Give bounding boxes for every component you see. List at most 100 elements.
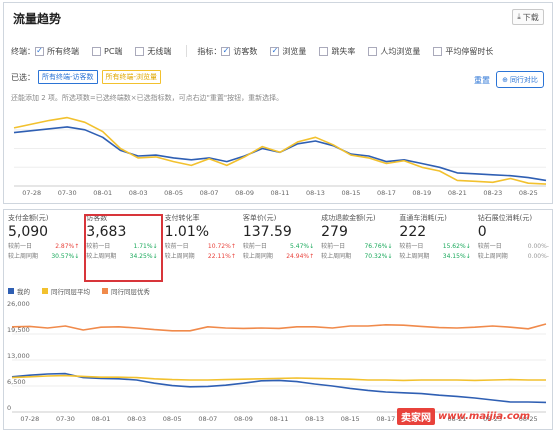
checkbox-icon[interactable] [433, 46, 443, 56]
metric-label: 客单价(元) [242, 214, 277, 222]
metric-card[interactable]: 访客数 3,683 较前一日 1.71%↓ 较上周同期 34.25%↓ [82, 210, 160, 264]
metric-card[interactable]: 支付金额(元) 5,090 较前一日 2.87%↑ 较上周同期 30.57%↓ [4, 210, 82, 264]
metric-value: 1.01% [164, 224, 210, 240]
compare-label: 较前一日 [399, 243, 424, 250]
selected-row: 已选： 所有终端-访客数 所有终端-浏览量 [11, 70, 165, 84]
metric-value: 0 [477, 224, 487, 240]
compare-week: 较上周同期 0.00%- [477, 253, 549, 260]
checkbox-icon[interactable] [319, 46, 329, 56]
peer-compare-button[interactable]: ⊕ 同行对比 [496, 71, 544, 88]
x-tick-label: 08-17 [376, 415, 395, 423]
metric-value: 279 [321, 224, 348, 240]
metric-value: 137.59 [242, 224, 292, 240]
compare-day: 较前一日 2.87%↑ [8, 243, 80, 250]
x-tick-label: 07-28 [20, 415, 39, 423]
metric-option-stay-time[interactable]: 平均停留时长 [433, 46, 493, 57]
y-tick-label: 26,000 [7, 300, 30, 308]
x-tick-label: 08-01 [93, 189, 112, 197]
checkbox-icon[interactable]: ✓ [35, 46, 44, 56]
compare-label: 较上周同期 [86, 253, 117, 260]
x-tick-label: 08-23 [483, 189, 502, 197]
compare-value: 0.00% [527, 253, 547, 260]
compare-value: 34.15% [442, 253, 466, 260]
series-line-0[interactable] [13, 126, 547, 182]
legend-label: 我的 [17, 288, 30, 296]
x-tick-label: 08-07 [200, 189, 219, 197]
metric-option-pageviews[interactable]: ✓ 浏览量 [270, 46, 306, 57]
compare-value: 0.00% [527, 243, 547, 250]
compare-label: 较上周同期 [399, 253, 430, 260]
metric-option-bounce[interactable]: 跳失率 [319, 46, 355, 57]
x-tick-label: 08-13 [306, 189, 325, 197]
compare-label: 较前一日 [477, 243, 502, 250]
legend-item-excellent[interactable]: 同行同层优秀 [102, 286, 150, 296]
checkbox-icon[interactable] [368, 46, 378, 56]
metric-option-avg-pv[interactable]: 人均浏览量 [368, 46, 420, 57]
x-tick-label: 08-19 [412, 189, 431, 197]
option-label: 访客数 [233, 46, 258, 56]
download-label: 下载 [522, 12, 539, 22]
selected-tag-visitors[interactable]: 所有终端-访客数 [38, 70, 98, 84]
compare-week: 较上周同期 70.32%↓ [321, 253, 393, 260]
compare-value: 22.11% [207, 253, 231, 260]
panel-title: 流量趋势 [13, 12, 62, 26]
checkbox-icon[interactable] [92, 46, 101, 56]
download-button[interactable]: ⤓ 下载 [512, 9, 544, 25]
x-tick-label: 08-03 [127, 415, 146, 423]
x-tick-label: 08-01 [92, 415, 111, 423]
legend-item-avg[interactable]: 同行同层平均 [42, 286, 90, 296]
metric-cards: 支付金额(元) 5,090 较前一日 2.87%↑ 较上周同期 30.57%↓ 访客数 3,6… [4, 210, 552, 264]
option-label: 平均停留时长 [445, 46, 494, 56]
legend-label: 同行同层平均 [51, 288, 90, 296]
trend-chart: 07-28 07-30 08-01 08-03 08-05 08-07 08-09 08-11… [13, 116, 547, 197]
legend-swatch [42, 288, 48, 294]
reset-link[interactable]: 重置 [474, 75, 490, 86]
option-label: 跳失率 [331, 46, 356, 56]
checkbox-icon[interactable] [135, 46, 145, 56]
compare-week: 较上周同期 24.94%↑ [242, 253, 315, 260]
compare-label: 较上周同期 [242, 253, 273, 260]
checkbox-icon[interactable]: ✓ [270, 46, 280, 56]
chart-legend: 我的 同行同层平均 同行同层优秀 [8, 286, 162, 296]
legend-swatch [102, 288, 108, 294]
selected-tag-pageviews[interactable]: 所有终端-浏览量 [101, 70, 162, 84]
x-tick-label: 08-11 [270, 415, 289, 423]
compare-day: 较前一日 0.00%- [477, 243, 549, 250]
compare-week: 较上周同期 30.57%↓ [8, 253, 80, 260]
selected-label: 已选： [11, 72, 35, 82]
metric-card[interactable]: 钻石展位消耗(元) 0 较前一日 0.00%- 较上周同期 0.00%- [474, 210, 552, 264]
metric-value: 3,683 [86, 224, 127, 240]
terminal-option-pc[interactable]: PC端 [92, 46, 122, 57]
compare-week: 较上周同期 22.11%↑ [164, 253, 236, 260]
x-tick-label: 08-21 [448, 189, 467, 197]
x-tick-label: 08-15 [341, 189, 360, 197]
metric-card[interactable]: 成功退款金额(元) 279 较前一日 76.76%↓ 较上周同期 70.32%↓ [317, 210, 395, 264]
metric-label: 支付金额(元) [8, 214, 49, 222]
metric-card[interactable]: 支付转化率 1.01% 较前一日 10.72%↑ 较上周同期 22.11%↑ [161, 210, 239, 264]
metric-label: 访客数 [86, 214, 108, 222]
hint-text: 还能添加 2 项。所选项数=已选终端数×已选指标数，可点右边"重置"按钮，重新选… [11, 94, 284, 102]
legend-swatch [8, 288, 14, 294]
metric-label: 钻石展位消耗(元) [477, 214, 533, 222]
compare-label: 同行对比 [509, 75, 538, 84]
metrics-panel: 支付金额(元) 5,090 较前一日 2.87%↑ 较上周同期 30.57%↓ 访客数 3,6… [3, 209, 553, 430]
compare-label: 较上周同期 [321, 253, 352, 260]
x-tick-label: 08-09 [235, 189, 254, 197]
x-tick-label: 08-09 [234, 415, 253, 423]
terminal-option-mobile[interactable]: 无线端 [135, 46, 171, 57]
legend-label: 同行同层优秀 [111, 288, 150, 296]
metric-value: 222 [399, 224, 427, 240]
metric-card[interactable]: 客单价(元) 137.59 较前一日 5.47%↓ 较上周同期 24.94%↑ [239, 210, 317, 264]
compare-week: 较上周同期 34.25%↓ [86, 253, 158, 260]
terminal-option-all[interactable]: ✓ 所有终端 [35, 46, 79, 57]
x-tick-label: 08-07 [198, 415, 217, 423]
watermark-logo: 卖家网 [397, 408, 435, 425]
series-line-2[interactable] [11, 323, 547, 332]
compare-label: 较上周同期 [8, 253, 39, 260]
compare-label: 较前一日 [8, 243, 33, 250]
metric-label: 指标： [197, 46, 222, 56]
legend-item-mine[interactable]: 我的 [8, 286, 30, 296]
metric-card[interactable]: 直通车消耗(元) 222 较前一日 15.62%↓ 较上周同期 34.15%↓ [395, 210, 473, 264]
metric-option-visitors[interactable]: ✓ 访客数 [221, 46, 257, 57]
checkbox-icon[interactable]: ✓ [221, 46, 231, 56]
